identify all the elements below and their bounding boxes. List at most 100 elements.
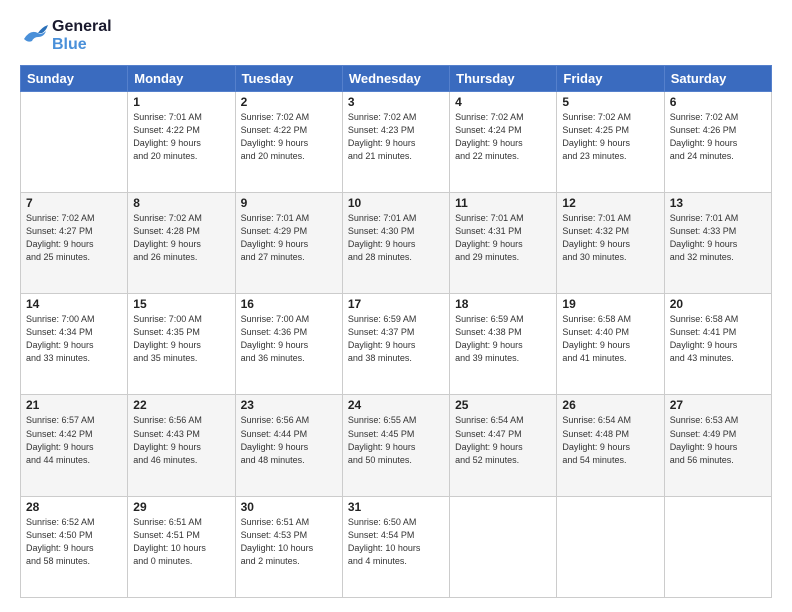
calendar-cell: 2 Sunrise: 7:02 AMSunset: 4:22 PMDaylight… <box>235 91 342 192</box>
day-number: 4 <box>455 95 551 109</box>
calendar-cell: 31 Sunrise: 6:50 AMSunset: 4:54 PMDayligh… <box>342 496 449 597</box>
day-info: Sunrise: 6:51 AMSunset: 4:53 PMDaylight:… <box>241 516 337 568</box>
day-info: Sunrise: 6:54 AMSunset: 4:47 PMDaylight:… <box>455 414 551 466</box>
day-number: 24 <box>348 398 444 412</box>
day-info: Sunrise: 7:01 AMSunset: 4:22 PMDaylight:… <box>133 111 229 163</box>
calendar-cell: 8Sunrise: 7:02 AMSunset: 4:28 PMDaylight… <box>128 193 235 294</box>
day-info: Sunrise: 6:57 AMSunset: 4:42 PMDaylight:… <box>26 414 122 466</box>
day-info: Sunrise: 6:52 AMSunset: 4:50 PMDaylight:… <box>26 516 122 568</box>
calendar-cell: 25 Sunrise: 6:54 AMSunset: 4:47 PMDayligh… <box>450 395 557 496</box>
day-info: Sunrise: 6:56 AMSunset: 4:43 PMDaylight:… <box>133 414 229 466</box>
day-info: Sunrise: 7:01 AMSunset: 4:33 PMDaylight:… <box>670 212 766 264</box>
day-info: Sunrise: 6:50 AMSunset: 4:54 PMDaylight:… <box>348 516 444 568</box>
calendar-cell: 28 Sunrise: 6:52 AMSunset: 4:50 PMDayligh… <box>21 496 128 597</box>
calendar-cell: 29 Sunrise: 6:51 AMSunset: 4:51 PMDayligh… <box>128 496 235 597</box>
calendar-cell <box>21 91 128 192</box>
calendar-header-tuesday: Tuesday <box>235 65 342 91</box>
day-number: 14 <box>26 297 122 311</box>
calendar-cell: 1 Sunrise: 7:01 AMSunset: 4:22 PMDaylight… <box>128 91 235 192</box>
day-number: 2 <box>241 95 337 109</box>
day-info: Sunrise: 7:01 AMSunset: 4:31 PMDaylight:… <box>455 212 551 264</box>
calendar-header-friday: Friday <box>557 65 664 91</box>
day-number: 29 <box>133 500 229 514</box>
calendar-cell: 9 Sunrise: 7:01 AMSunset: 4:29 PMDaylight… <box>235 193 342 294</box>
calendar-header-row: SundayMondayTuesdayWednesdayThursdayFrid… <box>21 65 772 91</box>
day-info: Sunrise: 6:58 AMSunset: 4:40 PMDaylight:… <box>562 313 658 365</box>
calendar-cell: 12Sunrise: 7:01 AMSunset: 4:32 PMDayligh… <box>557 193 664 294</box>
calendar-cell: 16 Sunrise: 7:00 AMSunset: 4:36 PMDayligh… <box>235 294 342 395</box>
day-info: Sunrise: 6:58 AMSunset: 4:41 PMDaylight:… <box>670 313 766 365</box>
calendar-week-row: 21 Sunrise: 6:57 AMSunset: 4:42 PMDayligh… <box>21 395 772 496</box>
calendar-cell: 15 Sunrise: 7:00 AMSunset: 4:35 PMDayligh… <box>128 294 235 395</box>
day-number: 31 <box>348 500 444 514</box>
day-number: 18 <box>455 297 551 311</box>
day-info: Sunrise: 7:01 AMSunset: 4:29 PMDaylight:… <box>241 212 337 264</box>
day-number: 1 <box>133 95 229 109</box>
calendar-week-row: 28 Sunrise: 6:52 AMSunset: 4:50 PMDayligh… <box>21 496 772 597</box>
day-info: Sunrise: 7:01 AMSunset: 4:32 PMDaylight:… <box>562 212 658 264</box>
calendar-cell: 26 Sunrise: 6:54 AMSunset: 4:48 PMDayligh… <box>557 395 664 496</box>
logo-bird-icon <box>20 25 48 47</box>
calendar-cell: 13 Sunrise: 7:01 AMSunset: 4:33 PMDayligh… <box>664 193 771 294</box>
day-info: Sunrise: 7:02 AMSunset: 4:22 PMDaylight:… <box>241 111 337 163</box>
calendar-cell: 14 Sunrise: 7:00 AMSunset: 4:34 PMDayligh… <box>21 294 128 395</box>
day-number: 10 <box>348 196 444 210</box>
day-number: 16 <box>241 297 337 311</box>
calendar-cell: 23 Sunrise: 6:56 AMSunset: 4:44 PMDayligh… <box>235 395 342 496</box>
calendar-cell: 22Sunrise: 6:56 AMSunset: 4:43 PMDayligh… <box>128 395 235 496</box>
day-number: 5 <box>562 95 658 109</box>
day-info: Sunrise: 7:01 AMSunset: 4:30 PMDaylight:… <box>348 212 444 264</box>
calendar-cell: 17Sunrise: 6:59 AMSunset: 4:37 PMDayligh… <box>342 294 449 395</box>
day-info: Sunrise: 7:02 AMSunset: 4:25 PMDaylight:… <box>562 111 658 163</box>
day-number: 26 <box>562 398 658 412</box>
day-number: 15 <box>133 297 229 311</box>
day-info: Sunrise: 6:56 AMSunset: 4:44 PMDaylight:… <box>241 414 337 466</box>
day-info: Sunrise: 6:51 AMSunset: 4:51 PMDaylight:… <box>133 516 229 568</box>
calendar-cell: 4 Sunrise: 7:02 AMSunset: 4:24 PMDaylight… <box>450 91 557 192</box>
day-info: Sunrise: 7:02 AMSunset: 4:23 PMDaylight:… <box>348 111 444 163</box>
day-number: 23 <box>241 398 337 412</box>
calendar-cell: 21 Sunrise: 6:57 AMSunset: 4:42 PMDayligh… <box>21 395 128 496</box>
page: General Blue SundayMondayTuesdayWednesda… <box>0 0 792 612</box>
day-number: 25 <box>455 398 551 412</box>
calendar-cell: 6 Sunrise: 7:02 AMSunset: 4:26 PMDaylight… <box>664 91 771 192</box>
calendar-week-row: 14 Sunrise: 7:00 AMSunset: 4:34 PMDayligh… <box>21 294 772 395</box>
day-number: 13 <box>670 196 766 210</box>
calendar-cell: 20 Sunrise: 6:58 AMSunset: 4:41 PMDayligh… <box>664 294 771 395</box>
calendar-cell <box>557 496 664 597</box>
day-number: 17 <box>348 297 444 311</box>
day-info: Sunrise: 6:54 AMSunset: 4:48 PMDaylight:… <box>562 414 658 466</box>
calendar-cell: 11 Sunrise: 7:01 AMSunset: 4:31 PMDayligh… <box>450 193 557 294</box>
header: General Blue <box>20 18 772 55</box>
calendar-header-saturday: Saturday <box>664 65 771 91</box>
day-info: Sunrise: 6:53 AMSunset: 4:49 PMDaylight:… <box>670 414 766 466</box>
calendar-header-monday: Monday <box>128 65 235 91</box>
day-number: 28 <box>26 500 122 514</box>
day-number: 7 <box>26 196 122 210</box>
day-info: Sunrise: 6:59 AMSunset: 4:38 PMDaylight:… <box>455 313 551 365</box>
calendar-header-sunday: Sunday <box>21 65 128 91</box>
day-info: Sunrise: 7:00 AMSunset: 4:36 PMDaylight:… <box>241 313 337 365</box>
calendar-cell <box>664 496 771 597</box>
day-number: 20 <box>670 297 766 311</box>
day-number: 8 <box>133 196 229 210</box>
day-info: Sunrise: 7:00 AMSunset: 4:34 PMDaylight:… <box>26 313 122 365</box>
calendar-header-wednesday: Wednesday <box>342 65 449 91</box>
day-info: Sunrise: 6:55 AMSunset: 4:45 PMDaylight:… <box>348 414 444 466</box>
day-number: 11 <box>455 196 551 210</box>
calendar-week-row: 1 Sunrise: 7:01 AMSunset: 4:22 PMDaylight… <box>21 91 772 192</box>
calendar-table: SundayMondayTuesdayWednesdayThursdayFrid… <box>20 65 772 598</box>
day-info: Sunrise: 7:02 AMSunset: 4:24 PMDaylight:… <box>455 111 551 163</box>
calendar-cell: 3 Sunrise: 7:02 AMSunset: 4:23 PMDaylight… <box>342 91 449 192</box>
day-number: 9 <box>241 196 337 210</box>
calendar-cell: 24 Sunrise: 6:55 AMSunset: 4:45 PMDayligh… <box>342 395 449 496</box>
day-info: Sunrise: 7:00 AMSunset: 4:35 PMDaylight:… <box>133 313 229 365</box>
calendar-cell: 30Sunrise: 6:51 AMSunset: 4:53 PMDayligh… <box>235 496 342 597</box>
day-number: 6 <box>670 95 766 109</box>
day-info: Sunrise: 7:02 AMSunset: 4:27 PMDaylight:… <box>26 212 122 264</box>
day-number: 19 <box>562 297 658 311</box>
day-number: 3 <box>348 95 444 109</box>
day-info: Sunrise: 7:02 AMSunset: 4:26 PMDaylight:… <box>670 111 766 163</box>
day-number: 21 <box>26 398 122 412</box>
calendar-cell: 10 Sunrise: 7:01 AMSunset: 4:30 PMDayligh… <box>342 193 449 294</box>
